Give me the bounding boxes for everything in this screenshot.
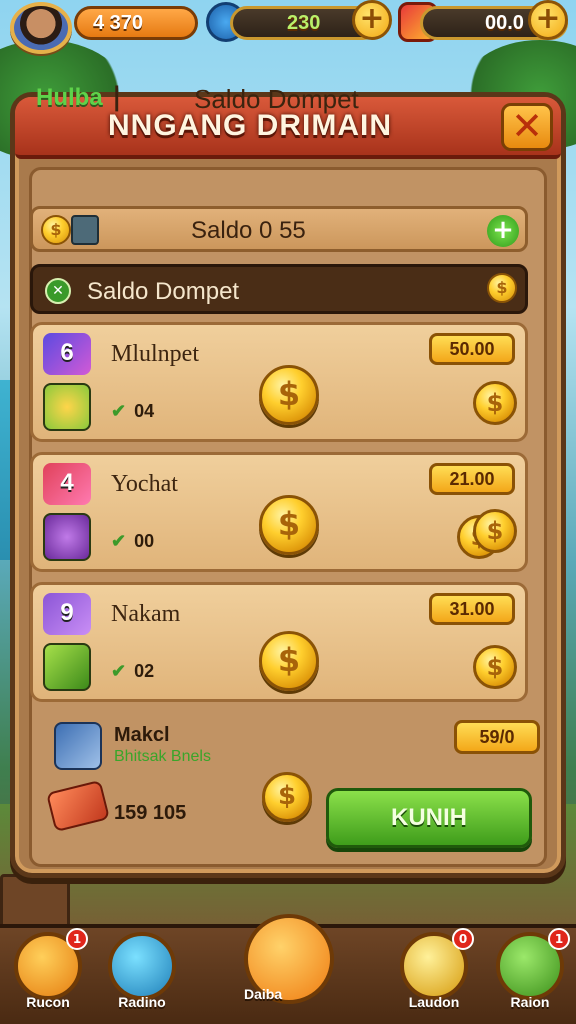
item-price-button[interactable]: 31.00 xyxy=(429,593,515,625)
coin-icon: $ xyxy=(487,273,517,303)
offer-balance: 159 105 xyxy=(114,802,187,824)
wallet-bar: ✕ Saldo Dompet $ xyxy=(30,264,528,314)
item-quantity-value: 04 xyxy=(134,401,155,421)
nav-label: Raion xyxy=(510,994,550,1010)
item-quantity-value: 00 xyxy=(134,531,155,551)
nav-item-raion[interactable]: 1 Raion xyxy=(492,928,570,1016)
item-number-badge: 9 xyxy=(43,593,91,635)
plus-icon: + xyxy=(359,1,385,36)
tab-hulba[interactable]: Hulba xyxy=(36,84,103,112)
coin-icon: $ xyxy=(473,645,517,689)
item-name: Yochat xyxy=(111,471,178,497)
item-quantity: ✔ 04 xyxy=(111,401,154,422)
header-separator: | xyxy=(112,82,122,112)
offer-price[interactable]: 59/0 xyxy=(454,720,540,754)
pencil-icon xyxy=(43,643,91,691)
item-name: Nakam xyxy=(111,601,181,627)
nav-label: Laudon xyxy=(408,994,460,1010)
shop-item-card[interactable]: 6 Mlulnpet ✔ 04 $ 50.00 $ xyxy=(30,322,528,442)
level-pill: 4 370 xyxy=(74,6,198,40)
nav-label: Radino xyxy=(118,994,166,1010)
wallet-header: Hulba | Saldo Dompet xyxy=(22,80,532,114)
item-price-button[interactable]: 21.00 xyxy=(429,463,515,495)
item-number-badge: 4 xyxy=(43,463,91,505)
item-price-button[interactable]: 50.00 xyxy=(429,333,515,365)
wallet-label: Saldo Dompet xyxy=(87,278,240,305)
large-coin-icon: $ xyxy=(262,772,312,822)
coin-pack-icon xyxy=(54,722,102,770)
sword-icon xyxy=(43,513,91,561)
buy-button[interactable]: KUNIH xyxy=(326,788,532,848)
nav-item-laudon[interactable]: 0 Laudon xyxy=(396,928,474,1016)
coin-icon: $ xyxy=(41,215,71,245)
nav-label: Rucon xyxy=(26,994,70,1010)
item-quantity-value: 02 xyxy=(134,661,155,681)
gems-value: 230 xyxy=(287,11,321,34)
nav-label: Daiba xyxy=(244,986,283,1002)
offer-subtitle: Bhitsak Bnels xyxy=(114,748,211,765)
shop-item-card[interactable]: 9 Nakam ✔ 02 $ 31.00 $ xyxy=(30,582,528,702)
nav-item-rucon[interactable]: 1 Rucon xyxy=(10,928,88,1016)
large-coin-icon: $ xyxy=(259,365,319,425)
bottom-navigation: 1 Rucon Radino Daiba 0 Laudon 1 Raion xyxy=(0,914,576,1024)
coin-icon: $ xyxy=(473,509,517,553)
leaf-icon: ✔ xyxy=(111,531,127,551)
large-coin-icon: $ xyxy=(259,495,319,555)
notification-badge: 1 xyxy=(66,928,88,950)
notification-badge: 0 xyxy=(452,928,474,950)
nav-item-daiba[interactable]: Daiba xyxy=(244,914,334,1014)
balance-bar: $ Saldo 0 55 + xyxy=(30,206,528,252)
leaf-icon: ✔ xyxy=(111,401,127,421)
balance-label: Saldo 0 55 xyxy=(191,217,306,244)
leaf-icon: ✔ xyxy=(111,661,127,681)
notification-badge: 1 xyxy=(548,928,570,950)
add-gems-button[interactable]: + xyxy=(352,0,392,40)
plus-icon: + xyxy=(535,1,561,36)
player-avatar[interactable] xyxy=(10,2,72,54)
magnifier-icon xyxy=(108,932,176,1000)
level-value: 4 370 xyxy=(93,11,144,34)
offer-title: Makcl xyxy=(114,724,170,746)
coin-bag-icon xyxy=(43,383,91,431)
item-quantity: ✔ 00 xyxy=(111,531,154,552)
wallet-icon xyxy=(71,215,99,245)
item-name: Mlulnpet xyxy=(111,341,199,367)
item-number-badge: 6 xyxy=(43,333,91,375)
large-coin-icon: $ xyxy=(259,631,319,691)
nav-item-radino[interactable]: Radino xyxy=(104,932,180,1016)
shop-item-card[interactable]: 4 Yochat ✔00 $ 21.00 $ $ xyxy=(30,452,528,572)
add-balance-button[interactable]: + xyxy=(487,215,519,247)
add-currency-button[interactable]: + xyxy=(528,0,568,40)
currency-value: 00.0 xyxy=(485,11,524,34)
item-quantity: ✔ 02 xyxy=(111,661,154,682)
wallet-badge-icon: ✕ xyxy=(45,278,71,304)
top-hud: 4 370 230 + 00.0 + xyxy=(0,0,576,54)
coin-icon: $ xyxy=(473,381,517,425)
header-title: Saldo Dompet xyxy=(194,84,359,114)
